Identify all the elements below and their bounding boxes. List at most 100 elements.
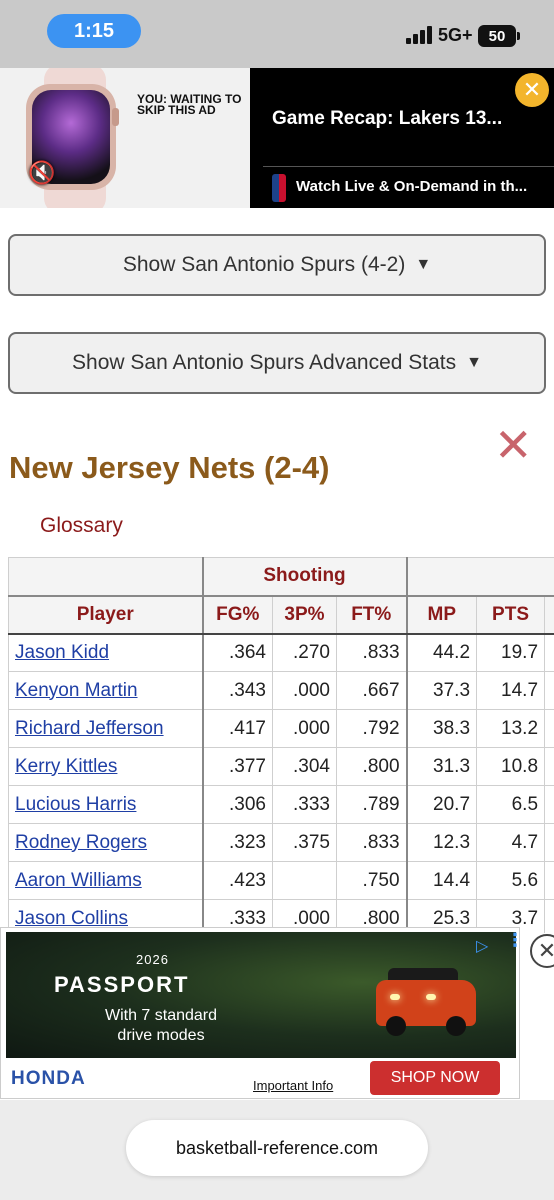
mp-cell: 20.7	[405, 785, 478, 824]
nba-logo-icon	[272, 174, 286, 202]
fg-pct-cell: .417	[201, 709, 273, 748]
truncated-cell	[544, 633, 554, 672]
3p-pct-cell: .270	[272, 633, 337, 672]
mp-cell: 31.3	[405, 747, 478, 786]
player-link[interactable]: Kerry Kittles	[15, 756, 117, 777]
player-link[interactable]: Kenyon Martin	[15, 680, 138, 701]
3p-pct-cell	[272, 861, 337, 900]
ad-watch-live-text[interactable]: Watch Live & On-Demand in th...	[296, 178, 548, 195]
player-link[interactable]: Jason Kidd	[15, 642, 109, 663]
ad-waiting-text: YOU: WAITING TO SKIP THIS AD	[137, 92, 242, 117]
ad-recap-title[interactable]: Game Recap: Lakers 13...	[272, 108, 542, 130]
table-row: Rodney Rogers .323 .375 .833 12.3 4.7	[8, 823, 554, 862]
column-header-player[interactable]: Player	[8, 594, 203, 635]
mp-cell: 12.3	[405, 823, 478, 862]
pts-cell: 5.6	[476, 861, 546, 900]
table-row: Lucious Harris .306 .333 .789 20.7 6.5	[8, 785, 554, 824]
wheel-image	[446, 1016, 466, 1036]
ad-watch-panel[interactable]: 🔇 YOU: WAITING TO SKIP THIS AD	[0, 68, 250, 208]
truncated-cell	[544, 861, 554, 900]
team-heading: New Jersey Nets (2-4)	[9, 450, 330, 485]
important-info-link[interactable]: Important Info	[253, 1078, 333, 1093]
url-bar[interactable]: basketball-reference.com	[126, 1120, 428, 1176]
time-indicator[interactable]: 1:15	[47, 14, 141, 48]
truncated-cell	[544, 823, 554, 862]
ft-pct-cell: .750	[335, 861, 408, 900]
adchoices-icon[interactable]: ▷	[476, 936, 496, 956]
shop-now-button[interactable]: SHOP NOW	[370, 1061, 500, 1095]
button-label: Show San Antonio Spurs Advanced Stats	[72, 351, 457, 374]
truncated-cell	[544, 899, 554, 933]
more-options-icon[interactable]: ⋮	[506, 931, 524, 958]
close-section-icon[interactable]: ✕	[494, 422, 533, 468]
ft-pct-cell: .667	[335, 671, 408, 710]
ad-tagline: With 7 standard drive modes	[104, 1007, 218, 1044]
column-header-mp[interactable]: MP	[405, 594, 478, 635]
group-header-shooting: Shooting	[201, 557, 408, 596]
dropdown-arrow-icon: ▼	[466, 354, 482, 371]
mp-cell: 14.4	[405, 861, 478, 900]
truncated-cell	[544, 747, 554, 786]
player-link[interactable]: Jason Collins	[15, 908, 128, 929]
ad-close-button[interactable]: ✕	[515, 73, 549, 107]
pts-cell: 6.5	[476, 785, 546, 824]
mp-cell: 37.3	[405, 671, 478, 710]
player-cell: Kenyon Martin	[8, 671, 203, 710]
ad-model-name: PASSPORT	[54, 972, 190, 997]
player-link[interactable]: Rodney Rogers	[15, 832, 147, 853]
column-header-pts[interactable]: PTS	[476, 594, 546, 635]
ad-model-year: 2026	[136, 952, 169, 967]
3p-pct-cell: .304	[272, 747, 337, 786]
group-header-empty	[8, 557, 203, 596]
ft-pct-cell: .800	[335, 747, 408, 786]
column-header-truncated	[544, 594, 554, 635]
ft-pct-cell: .789	[335, 785, 408, 824]
fg-pct-cell: .323	[201, 823, 273, 862]
network-type: 5G+	[438, 25, 473, 45]
player-link[interactable]: Aaron Williams	[15, 870, 142, 891]
truncated-cell	[544, 671, 554, 710]
mp-cell: 44.2	[405, 633, 478, 672]
column-header-ft-pct[interactable]: FT%	[335, 594, 408, 635]
bottom-banner-ad[interactable]: 2026 PASSPORT With 7 standard drive mode…	[0, 927, 524, 1099]
battery-icon: 50	[478, 25, 520, 47]
truncated-cell	[544, 709, 554, 748]
status-bar: 1:15 5G+ 50	[0, 0, 554, 68]
player-link[interactable]: Lucious Harris	[15, 794, 136, 815]
pts-cell: 19.7	[476, 633, 546, 672]
3p-pct-cell: .000	[272, 671, 337, 710]
ad-recap-panel[interactable]: Game Recap: Lakers 13... Watch Live & On…	[250, 68, 554, 208]
wheel-image	[386, 1016, 406, 1036]
player-cell: Lucious Harris	[8, 785, 203, 824]
ad-suv-photo[interactable]: 2026 PASSPORT With 7 standard drive mode…	[6, 931, 524, 1058]
stats-table: Shooting Pe Player FG% 3P% FT% MP PTS Ja…	[8, 557, 554, 933]
player-cell: Rodney Rogers	[8, 823, 203, 862]
3p-pct-cell: .333	[272, 785, 337, 824]
pts-cell: 13.2	[476, 709, 546, 748]
column-header-fg-pct[interactable]: FG%	[201, 594, 273, 635]
button-label: Show San Antonio Spurs (4-2)	[122, 253, 406, 276]
ft-pct-cell: .792	[335, 709, 408, 748]
top-banner-ad[interactable]: 🔇 YOU: WAITING TO SKIP THIS AD Game Reca…	[0, 68, 554, 208]
player-link[interactable]: Richard Jefferson	[15, 718, 164, 739]
player-cell: Kerry Kittles	[8, 747, 203, 786]
table-row: Jason Kidd .364 .270 .833 44.2 19.7	[8, 633, 554, 672]
speaker-muted-icon[interactable]: 🔇	[28, 160, 58, 190]
column-header-3p-pct[interactable]: 3P%	[272, 594, 337, 635]
glossary-link[interactable]: Glossary	[40, 514, 123, 538]
show-spurs-stats-button[interactable]: Show San Antonio Spurs (4-2) ▼	[8, 234, 546, 296]
fg-pct-cell: .306	[201, 785, 273, 824]
ft-pct-cell: .833	[335, 633, 408, 672]
show-spurs-advanced-button[interactable]: Show San Antonio Spurs Advanced Stats ▼	[8, 332, 546, 394]
table-group-header: Shooting Pe	[8, 557, 554, 596]
player-cell: Jason Kidd	[8, 633, 203, 672]
pts-cell: 10.8	[476, 747, 546, 786]
player-cell: Richard Jefferson	[8, 709, 203, 748]
cellular-signal-icon	[406, 26, 434, 44]
3p-pct-cell: .000	[272, 709, 337, 748]
fg-pct-cell: .343	[201, 671, 273, 710]
table-row: Kerry Kittles .377 .304 .800 31.3 10.8	[8, 747, 554, 786]
close-icon: ✕	[522, 77, 542, 102]
fg-pct-cell: .377	[201, 747, 273, 786]
ft-pct-cell: .833	[335, 823, 408, 862]
